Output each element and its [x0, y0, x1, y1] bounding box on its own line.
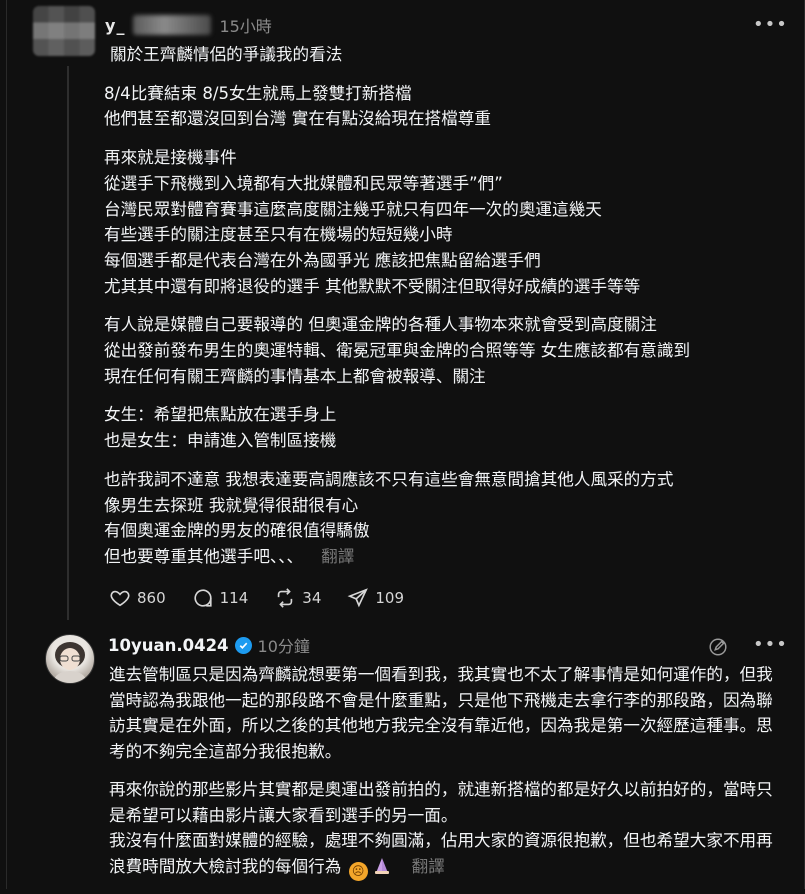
reply-paragraph: 進去管制區只是因為齊麟說想要第一個看到我，我其實也不太了解事情是如何運作的，但我… [109, 665, 773, 761]
post-header: y _ 15小時 [105, 12, 272, 38]
thread-container: y _ 15小時 ••• 關於王齊麟情侶的爭議我的看法 8/4比賽結束 8/5女生… [6, 0, 805, 889]
heart-icon [110, 590, 130, 607]
send-icon [347, 588, 369, 608]
reply-more-options-icon[interactable]: ••• [753, 634, 788, 655]
reply-header: 10yuan.0424 10分鐘 [108, 633, 310, 657]
share-count: 109 [375, 589, 405, 607]
comment-count: 114 [219, 589, 249, 607]
reply-time[interactable]: 10分鐘 [258, 633, 310, 657]
comment-icon [194, 589, 212, 607]
like-button[interactable]: 860 [109, 587, 166, 609]
worried-face-emoji-icon: ☹ [348, 861, 368, 881]
post-title: 關於王齊麟情侶的爭議我的看法 [110, 45, 343, 64]
reply-post: 10yuan.0424 10分鐘 ••• 進去管制區只是因為齊麟說想要第一個看到… [7, 620, 804, 889]
reply-avatar[interactable] [45, 634, 95, 684]
edited-icon[interactable] [707, 636, 729, 658]
repost-button[interactable]: 34 [274, 587, 321, 609]
post-paragraph: 8/4比賽結束 8/5女生就馬上發雙打新搭檔 他們甚至都還沒回到台灣 實在有點沒… [104, 83, 491, 129]
username-suffix[interactable]: _ [116, 16, 125, 35]
reply-body: 進去管制區只是因為齊麟說想要第一個看到我，我其實也不太了解事情是如何運作的，但我… [109, 662, 777, 894]
blurred-username [133, 15, 212, 35]
verified-badge-icon [234, 636, 252, 654]
repost-icon [278, 588, 293, 608]
share-button[interactable]: 109 [347, 587, 404, 609]
reply-paragraph-last: 我沒有什麼面對媒體的經驗，處理不夠圓滿，佔用大家的資源很抱歉，但也希望大家不用再… [109, 828, 777, 881]
thread-line [67, 66, 69, 620]
post-paragraph: 有人說是媒體自己要報導的 但奧運金牌的各種人事物本來就會受到高度關注 從出發前發… [104, 315, 691, 386]
like-count: 860 [137, 589, 166, 607]
reply-translate-link[interactable]: 翻譯 [412, 857, 445, 876]
post-paragraph-last: 也許我詞不達意 我想表達要高調應該不只有這些會無意間搶其他人風采的方式 像男生去… [104, 467, 784, 570]
avatar[interactable] [33, 6, 95, 56]
username[interactable]: y [105, 16, 116, 35]
avatar-portrait [54, 642, 86, 683]
post-paragraph: 女生：希望把焦點放在選手身上 也是女生：申請進入管制區接機 [104, 405, 337, 451]
translate-link[interactable]: 翻譯 [321, 547, 354, 566]
post-paragraph-text: 也許我詞不達意 我想表達要高調應該不只有這些會無意間搶其他人風采的方式 像男生去… [104, 469, 674, 566]
reply-paragraph: 再來你說的那些影片其實都是奧運出發前拍的，就連新搭檔的都是好久以前拍好的，當時只… [109, 780, 773, 825]
post-body: 關於王齊麟情侶的爭議我的看法 8/4比賽結束 8/5女生就馬上發雙打新搭檔 他們… [104, 42, 784, 583]
original-post: y _ 15小時 ••• 關於王齊麟情侶的爭議我的看法 8/4比賽結束 8/5女生… [7, 0, 804, 620]
more-options-icon[interactable]: ••• [753, 14, 788, 35]
post-actions: 860 114 34 109 [109, 587, 430, 609]
repost-count: 34 [302, 589, 322, 607]
reply-username[interactable]: 10yuan.0424 [108, 636, 229, 655]
comment-button[interactable]: 114 [192, 587, 249, 609]
post-paragraph: 再來就是接機事件 從選手下飛機到入境都有大批媒體和民眾等著選手”們” 台灣民眾對… [104, 148, 641, 296]
post-time[interactable]: 15小時 [219, 13, 271, 37]
folded-hands-emoji-icon [370, 856, 394, 875]
